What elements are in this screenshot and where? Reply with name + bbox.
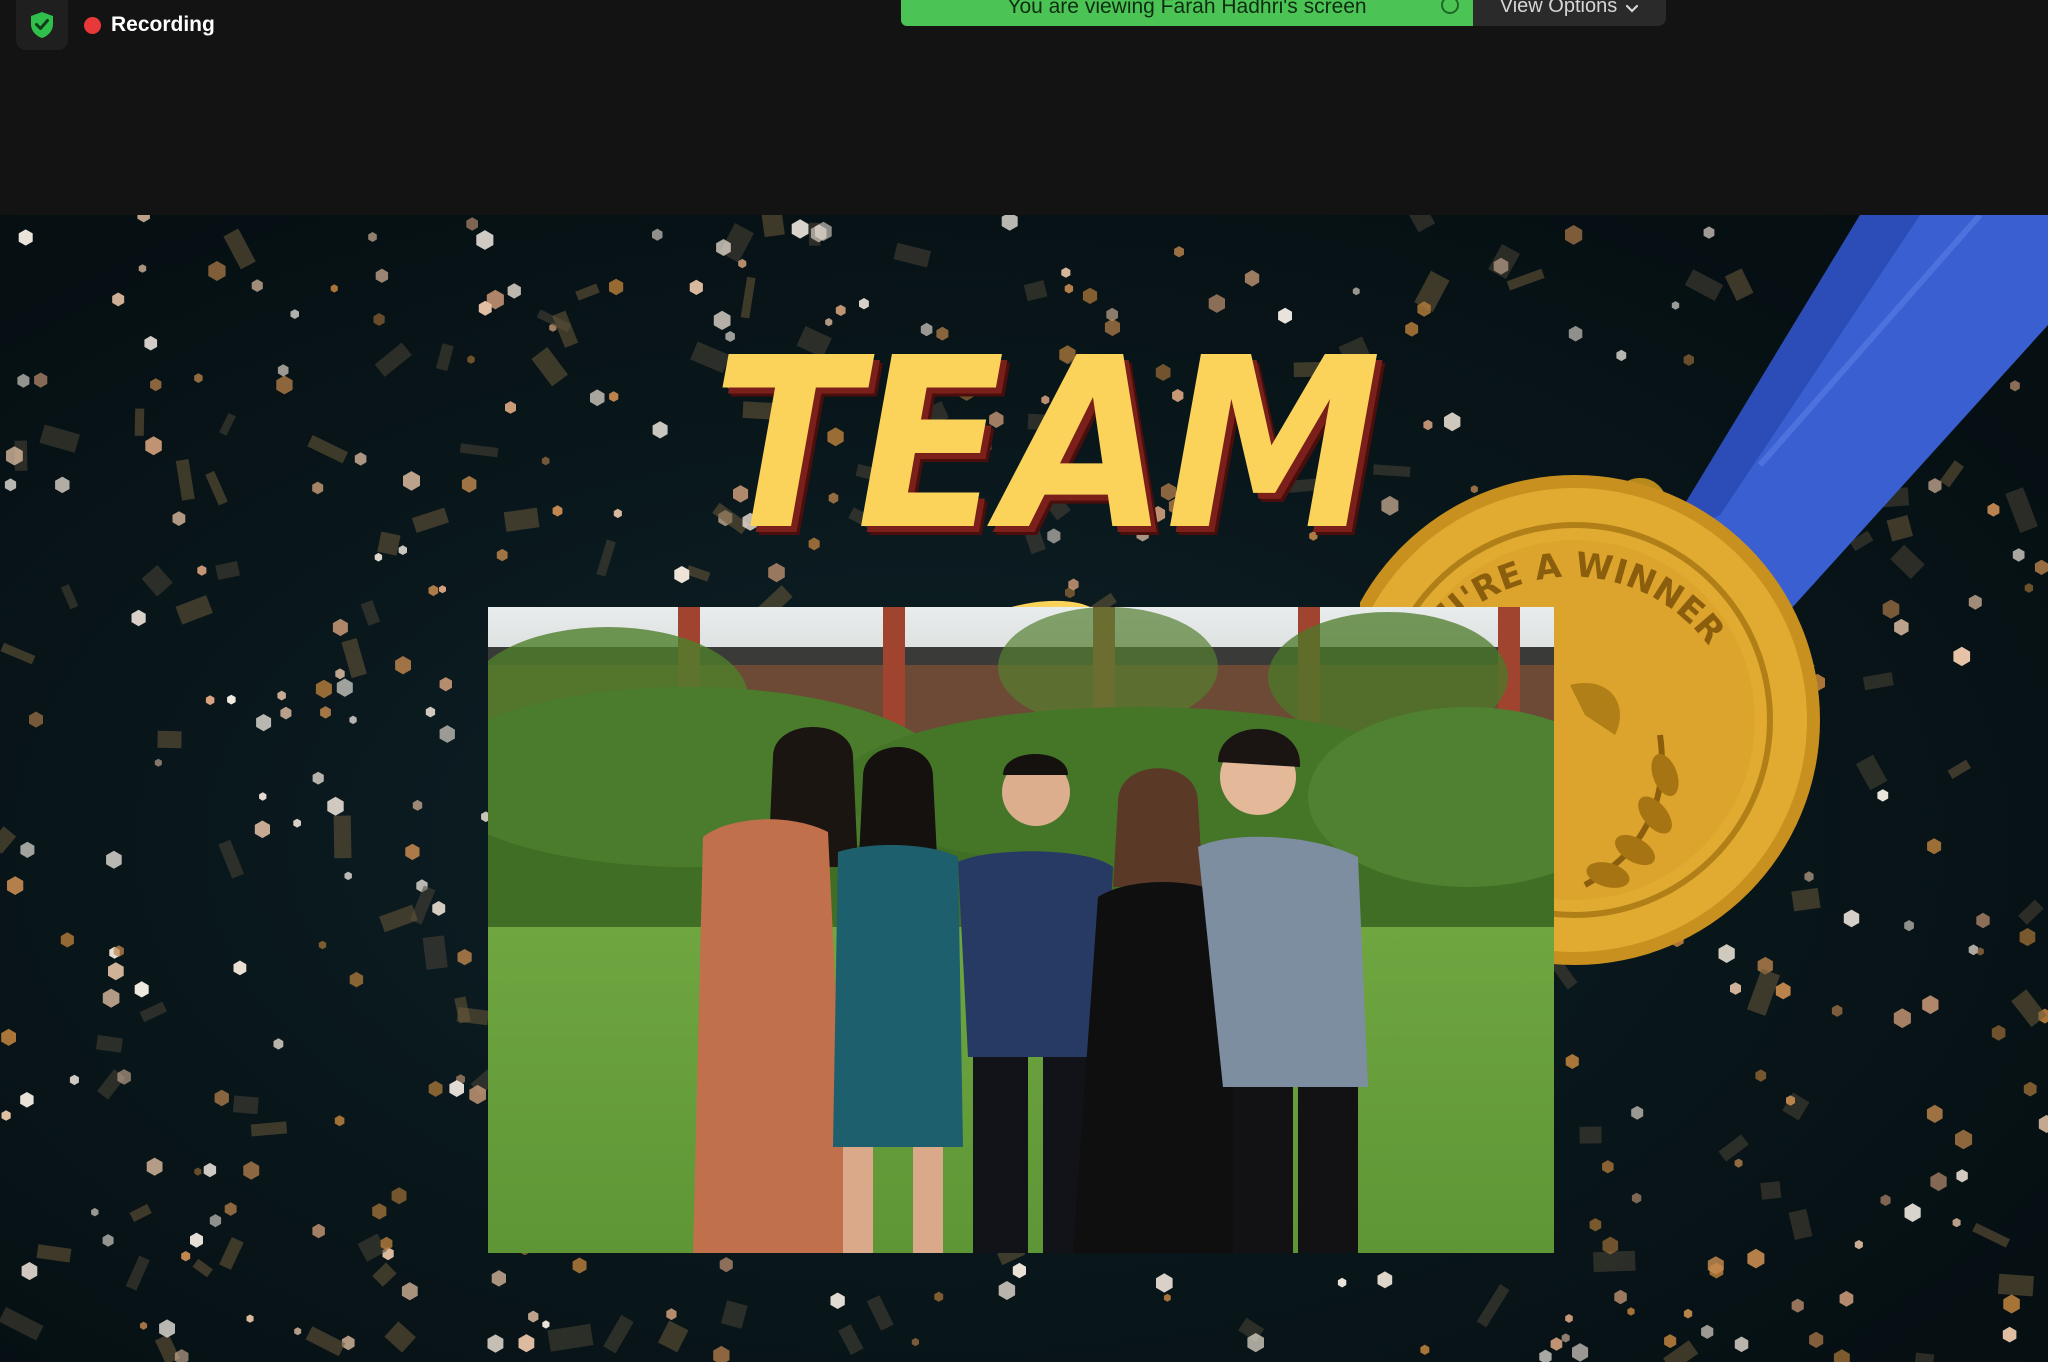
slide-title-container: TEAM 3 <box>620 320 1470 820</box>
view-options-label: View Options <box>1499 0 1618 17</box>
view-options-button[interactable]: View Options <box>1473 0 1666 26</box>
shield-check-icon <box>31 12 53 38</box>
recording-indicator[interactable]: Recording <box>84 10 215 40</box>
meeting-top-bar: Recording You are viewing Farah Hadhri's… <box>0 0 2048 215</box>
shared-screen: YOU'RE A WINNER TEAM 3 <box>0 215 2048 1362</box>
chevron-down-icon <box>1626 4 1639 13</box>
share-status-icon <box>1441 0 1459 14</box>
team-photo <box>488 607 1554 1253</box>
recording-dot-icon <box>84 16 101 34</box>
security-button[interactable] <box>16 0 68 50</box>
recording-label: Recording <box>111 13 215 36</box>
screen-share-text: You are viewing Farah Hadhri's screen <box>1007 0 1367 18</box>
screen-share-banner: You are viewing Farah Hadhri's screen <box>901 0 1473 26</box>
